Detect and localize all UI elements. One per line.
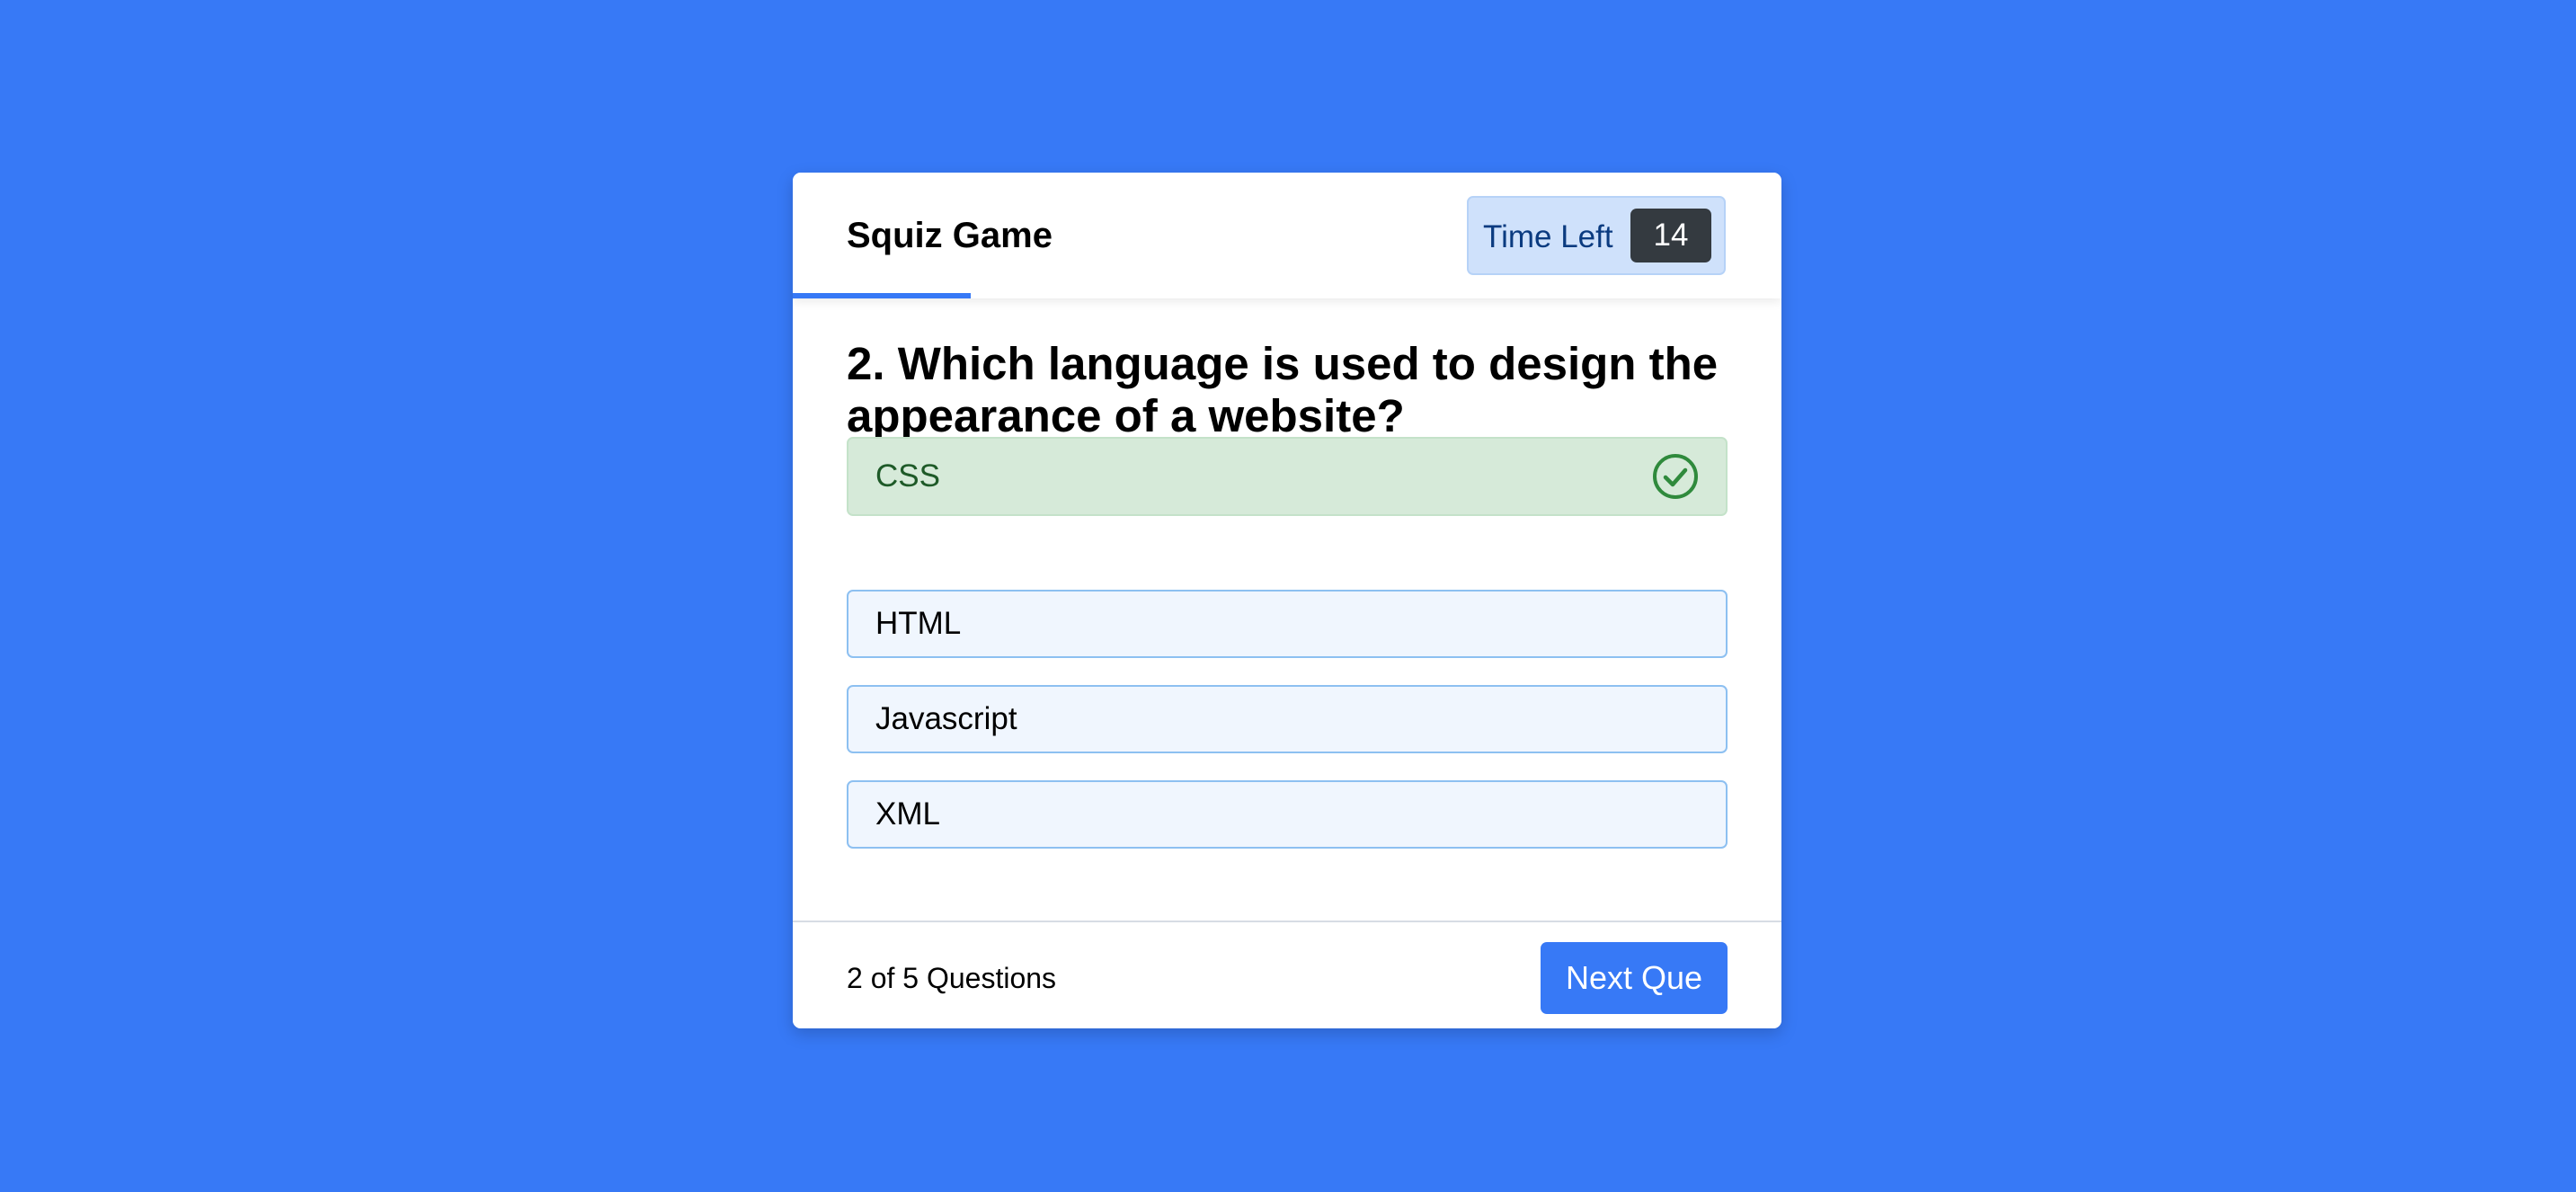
option-label: Javascript [875,701,1017,736]
timer: Time Left 14 [1467,196,1726,275]
option-label: XML [875,796,940,832]
option-css[interactable]: CSS [847,437,1728,516]
option-label: HTML [875,606,962,641]
timer-label: Time Left [1483,219,1613,254]
quiz-box: Squiz Game Time Left 14 2. Which languag… [793,173,1781,1028]
question-text: 2. Which language is used to design the … [847,338,1719,441]
quiz-header: Squiz Game Time Left 14 [793,173,1781,298]
quiz-footer: 2 of 5 Questions Next Que [793,921,1781,1028]
time-progress-line [793,293,971,298]
option-html[interactable]: HTML [847,590,1728,658]
option-javascript[interactable]: Javascript [847,685,1728,753]
next-question-button[interactable]: Next Que [1541,942,1728,1014]
timer-seconds: 14 [1630,209,1711,262]
option-label: CSS [875,458,940,494]
option-xml[interactable]: XML [847,780,1728,849]
check-circle-icon [1653,454,1698,499]
page-title: Squiz Game [847,216,1053,255]
question-counter: 2 of 5 Questions [847,962,1057,994]
